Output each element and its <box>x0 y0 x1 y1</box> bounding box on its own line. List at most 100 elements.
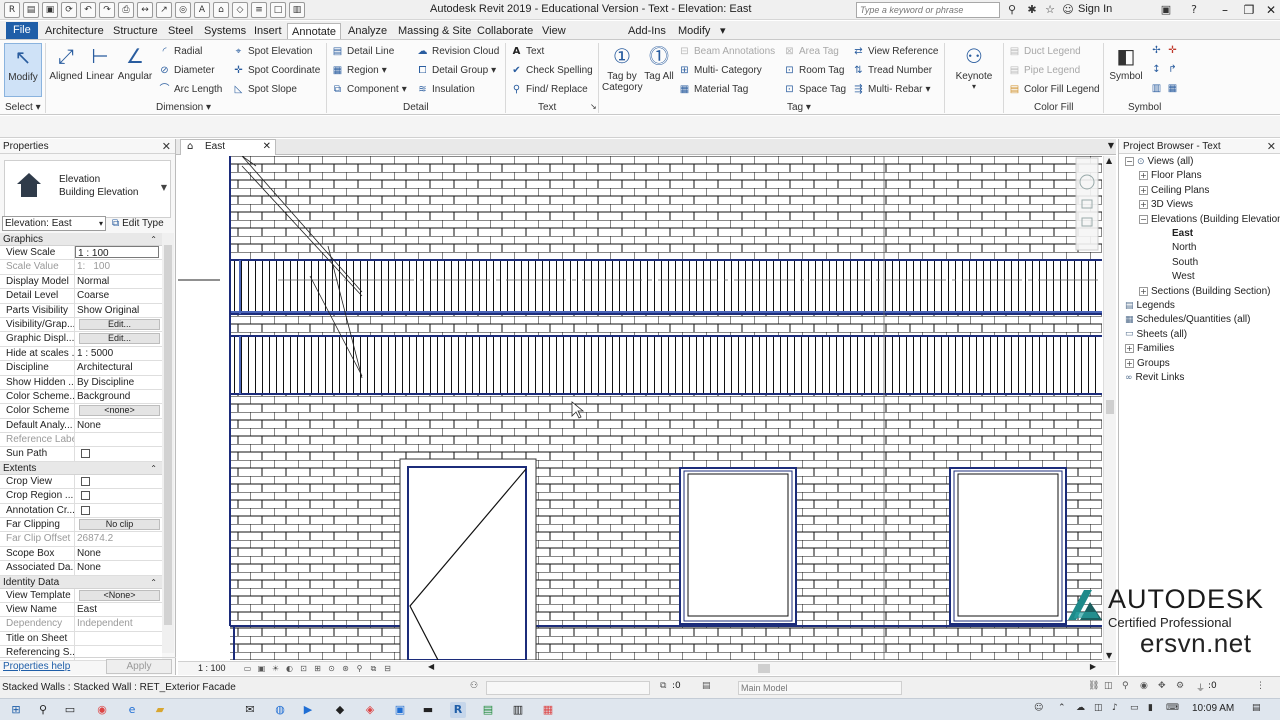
browser-item[interactable]: North <box>1153 242 1196 253</box>
network-icon[interactable]: ◫ <box>1094 703 1103 713</box>
panel-select-label[interactable]: Select ▾ <box>5 102 41 113</box>
arc-length-button[interactable]: ⌒ Arc Length <box>158 83 223 96</box>
spot-coordinate-button[interactable]: ✛ Spot Coordinate <box>232 64 320 77</box>
reveal-hidden-icon[interactable]: ⊛ <box>340 663 351 674</box>
model-selector[interactable]: Main Model <box>738 681 902 695</box>
property-value[interactable]: 1 : 5000 <box>75 347 162 360</box>
modify-button[interactable]: ↖ Modify <box>4 43 42 97</box>
browser-item[interactable]: ∞ Revit Links <box>1125 372 1184 383</box>
area-tag-button[interactable]: ⊠ Area Tag <box>783 45 839 58</box>
detail-line-button[interactable]: ▤ Detail Line <box>331 45 395 58</box>
app-icon[interactable]: ▬ <box>420 702 436 718</box>
property-edit-button[interactable]: Edit... <box>79 333 160 345</box>
expand-icon[interactable]: + <box>1139 286 1148 296</box>
close-tab-icon[interactable]: ✕ <box>263 140 271 154</box>
mail-icon[interactable]: ✉ <box>242 702 258 718</box>
property-value[interactable]: None <box>75 419 162 432</box>
property-value[interactable]: Normal <box>75 275 162 288</box>
app-icon[interactable]: ◈ <box>362 702 378 718</box>
instance-selector[interactable]: Elevation: East ▾ <box>2 216 106 231</box>
design-options-icon[interactable]: ▤ <box>702 681 711 691</box>
angular-dimension-button[interactable]: ∠ Angular <box>116 43 154 82</box>
app-menu-icon[interactable]: R <box>4 2 20 18</box>
select-by-face-icon[interactable]: ◉ <box>1140 681 1148 691</box>
tag-icon[interactable]: ◎ <box>175 2 191 18</box>
property-value[interactable]: Edit... <box>75 318 162 331</box>
tag-all-button[interactable]: ⓵ Tag All <box>644 43 674 82</box>
browser-item[interactable]: − Elevations (Building Elevation) <box>1139 214 1280 225</box>
section-icon[interactable]: ◇ <box>232 2 248 18</box>
task-view-icon[interactable]: ▭ <box>62 702 78 718</box>
store-icon[interactable]: ◍ <box>272 702 288 718</box>
print-icon[interactable]: ⎙ <box>118 2 134 18</box>
canvas-horizontal-scrollbar[interactable] <box>758 664 770 673</box>
filter-icon[interactable]: ⏚ <box>1196 681 1205 694</box>
apply-button[interactable]: Apply <box>106 659 172 674</box>
worksharing-icon[interactable]: ⚲ <box>354 663 365 674</box>
beam-system-symbol-icon[interactable]: ↕ <box>1150 63 1163 76</box>
scroll-right-icon[interactable]: ▶ <box>1090 662 1096 671</box>
property-value[interactable]: None <box>75 561 162 574</box>
browser-item[interactable]: + Families <box>1125 343 1174 354</box>
text-button[interactable]: A Text <box>510 45 545 58</box>
radial-dimension-button[interactable]: ◜ Radial <box>158 45 203 58</box>
app-icon[interactable]: ◆ <box>332 702 348 718</box>
thin-lines-icon[interactable]: ≡ <box>251 2 267 18</box>
property-checkbox[interactable] <box>81 476 90 486</box>
property-checkbox[interactable] <box>81 505 90 515</box>
detail-group-button[interactable]: ⧠ Detail Group ▾ <box>416 64 497 77</box>
text-icon[interactable]: A <box>194 2 210 18</box>
app-icon[interactable]: ▥ <box>510 702 526 718</box>
tray-app-icon[interactable]: ▭ <box>1130 703 1139 713</box>
property-edit-button[interactable]: <none> <box>79 405 160 417</box>
diameter-dimension-button[interactable]: ⊘ Diameter <box>158 64 214 77</box>
cart-icon[interactable]: ▣ <box>1158 2 1174 18</box>
tab-massing-site[interactable]: Massing & Site <box>394 23 475 39</box>
tab-insert[interactable]: Insert <box>250 23 286 39</box>
expand-icon[interactable]: + <box>1139 185 1148 195</box>
visual-style-icon[interactable]: ▣ <box>256 663 267 674</box>
property-value[interactable] <box>75 632 162 645</box>
collapse-icon[interactable]: ⌃ <box>150 462 157 475</box>
tray-chevron-icon[interactable]: ⌃ <box>1058 703 1066 713</box>
material-tag-button[interactable]: ▦ Material Tag <box>678 83 749 96</box>
close-button[interactable]: ✕ <box>1260 1 1280 19</box>
detail-level-icon[interactable]: ▭ <box>242 663 253 674</box>
select-pinned-icon[interactable]: ⚲ <box>1122 681 1129 691</box>
taskbar-clock[interactable]: 10:09 AM <box>1192 703 1234 714</box>
editable-only-icon[interactable]: ⧉ <box>660 681 666 691</box>
beam-annotations-button[interactable]: ⊟ Beam Annotations <box>678 45 775 58</box>
spot-slope-button[interactable]: ◺ Spot Slope <box>232 83 297 96</box>
browser-item[interactable]: ▭ Sheets (all) <box>1125 329 1187 340</box>
property-value[interactable]: By Discipline <box>75 376 162 389</box>
property-value[interactable] <box>75 489 162 502</box>
subscription-icon[interactable]: ✱ <box>1024 2 1040 18</box>
property-value[interactable]: <none> <box>75 404 162 417</box>
pipe-legend-button[interactable]: ▤ Pipe Legend <box>1008 64 1080 77</box>
worksets-icon[interactable]: ⚇ <box>470 681 478 691</box>
close-icon[interactable]: ✕ <box>162 139 171 154</box>
select-links-icon[interactable]: ⛓ <box>1088 681 1099 691</box>
tab-structure[interactable]: Structure <box>109 23 162 39</box>
property-value[interactable]: No clip <box>75 518 162 531</box>
tab-modify[interactable]: Modify <box>674 23 714 39</box>
maximize-button[interactable]: ❐ <box>1238 1 1260 19</box>
keyboard-icon[interactable]: ⌨ <box>1166 703 1179 713</box>
constraints-icon[interactable]: ⊟ <box>382 663 393 674</box>
text-panel-launcher-icon[interactable]: ↘ <box>590 102 597 111</box>
shadows-icon[interactable]: ◐ <box>284 663 295 674</box>
property-value[interactable] <box>75 447 162 460</box>
panel-dimension-label[interactable]: Dimension ▾ <box>156 102 211 113</box>
browser-item[interactable]: ▦ Schedules/Quantities (all) <box>1125 314 1250 325</box>
browser-item[interactable]: East <box>1153 228 1193 239</box>
property-value[interactable]: <None> <box>75 589 162 602</box>
property-edit-button[interactable]: Edit... <box>79 318 160 330</box>
browser-item[interactable]: − ⊙ Views (all) <box>1125 156 1193 167</box>
search-icon[interactable]: ⚲ <box>35 702 51 718</box>
keynote-button[interactable]: ⚇ Keynote ▾ <box>952 43 996 91</box>
tab-analyze[interactable]: Analyze <box>344 23 391 39</box>
sign-in-button[interactable]: Sign In <box>1078 3 1112 15</box>
open-icon[interactable]: ▤ <box>23 2 39 18</box>
property-value[interactable]: 1 : 100 <box>75 246 159 259</box>
drawing-canvas[interactable] <box>178 156 1102 660</box>
